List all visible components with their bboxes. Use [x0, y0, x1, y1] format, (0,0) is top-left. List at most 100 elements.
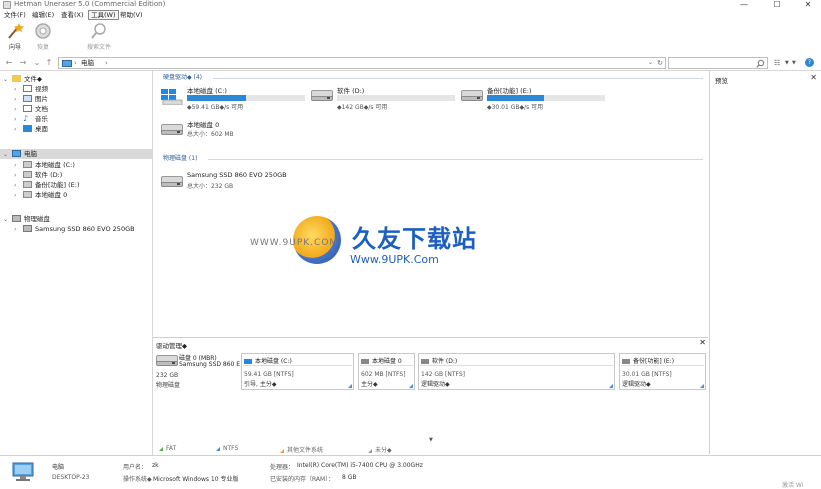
address-field[interactable]: › 电脑 › ⌄ ↻: [58, 57, 666, 69]
drive-icon: [311, 90, 333, 102]
preview-pane: 预览 ✕: [709, 71, 821, 454]
close-icon[interactable]: ✕: [810, 73, 817, 82]
hard-disk-icon: [12, 214, 21, 222]
document-icon: [23, 104, 32, 112]
drive-icon: [361, 359, 369, 364]
tree-node-physical[interactable]: ⌄ 物理磁盘: [3, 214, 50, 224]
recover-button[interactable]: 恢复: [28, 22, 58, 51]
drive-icon: [23, 170, 32, 178]
drive-size: 总大小：602 MB: [187, 131, 234, 138]
tree-item-ssd[interactable]: › Samsung SSD 860 EVO 250GB: [14, 224, 135, 234]
tree-item-drive-d[interactable]: › 软件 (D:): [14, 170, 62, 180]
forward-button[interactable]: →: [18, 57, 28, 69]
os-label: 操作系统◆: [123, 476, 152, 483]
menu-bar: 文件(F) 编辑(E) 查看(X) 工具(W) 帮助(V): [0, 10, 821, 20]
computer-icon: [62, 60, 72, 67]
drive-icon: [421, 359, 429, 364]
view-options: ☷ ▼ ▼ ?: [772, 57, 820, 69]
window-title: Hetman Uneraser 5.0 (Commercial Edition): [14, 0, 166, 8]
user-value: zk: [152, 462, 159, 469]
group-header-logical[interactable]: 硬盘驱动◆ (4): [163, 73, 202, 83]
maximize-button[interactable]: ☐: [766, 0, 788, 10]
hard-disk-icon: [161, 176, 183, 188]
status-bar: 电脑 DESKTOP-23 用户名： zk 操作系统◆ Microsoft Wi…: [0, 455, 821, 489]
refresh-icon[interactable]: ↻: [657, 58, 663, 68]
computer-icon: [12, 149, 21, 157]
usage-bar: [187, 95, 305, 101]
tree-item-disk-0[interactable]: › 本地磁盘 0: [14, 190, 67, 200]
tree-item-desktop[interactable]: › 桌面: [14, 124, 48, 134]
physical-disk[interactable]: Samsung SSD 860 EVO 250GB 总大小：232 GB: [161, 171, 309, 195]
up-button[interactable]: ↑: [44, 57, 54, 69]
menu-help[interactable]: 帮助(V): [118, 10, 145, 20]
disk-management-panel: 驱动管理◆ ✕ 磁盘 0 (MBR) Samsung SSD 860 E 232…: [153, 337, 708, 455]
partition-0[interactable]: 本地磁盘 0 602 MB [NTFS] 主分◆: [358, 353, 415, 390]
drive-c[interactable]: 本地磁盘 (C:) ◆59.41 GB◆/s 可用: [161, 85, 309, 111]
usage-bar: [487, 95, 605, 101]
search-input[interactable]: [668, 57, 768, 69]
collapse-icon[interactable]: ⌄: [3, 215, 12, 225]
partition-e[interactable]: 备份[功能] (E:) 30.01 GB [NTFS] 逻辑驱动◆: [619, 353, 706, 390]
menu-tools[interactable]: 工具(W): [88, 10, 119, 20]
tree-item-pictures[interactable]: › 图片: [14, 94, 48, 104]
recent-dropdown-icon[interactable]: ⌄: [32, 57, 42, 69]
chevron-down-icon[interactable]: ▼: [785, 57, 789, 69]
disk-size: 总大小：232 GB: [187, 183, 234, 190]
tree-item-drive-c[interactable]: › 本地磁盘 (C:): [14, 160, 75, 170]
panel-title: 驱动管理◆: [156, 342, 187, 350]
computer-icon: [12, 462, 34, 482]
drive-icon: [622, 359, 630, 364]
menu-view[interactable]: 查看(X): [59, 10, 86, 20]
collapse-arrow-icon[interactable]: ▼: [429, 437, 433, 443]
group-header-physical[interactable]: 物理磁盘 (1): [163, 154, 197, 164]
computer-label: 电脑: [52, 464, 65, 471]
activation-notice: 激活 Wi: [782, 482, 804, 489]
host-name: DESKTOP-23: [52, 474, 90, 481]
partition-c[interactable]: 本地磁盘 (C:) 59.41 GB [NTFS] 引导, 主分◆: [241, 353, 354, 390]
tree-node-files[interactable]: ⌄ 文件◆: [3, 74, 151, 84]
view-mode-icon[interactable]: ☷: [774, 57, 780, 69]
drive-name: 软件 (D:): [337, 87, 365, 95]
help-icon[interactable]: ?: [805, 58, 814, 67]
drive-0[interactable]: 本地磁盘 0 总大小：602 MB: [161, 119, 309, 143]
tree-item-drive-e[interactable]: › 备份[功能] (E:): [14, 180, 80, 190]
navigation-tree: ⌄ 文件◆ › 视频 › 图片 › 文档 › ♪ 音乐 › 桌面 ⌄ 电脑 › 本地磁盘 (C:)…: [0, 71, 152, 454]
disk-summary[interactable]: 磁盘 0 (MBR) Samsung SSD 860 E 232 GB 物理磁盘: [156, 353, 240, 393]
close-button[interactable]: ✕: [797, 0, 819, 10]
legend-ntfs: NTFS: [216, 445, 238, 452]
drive-e[interactable]: 备份[功能] (E:) ◆30.01 GB◆/s 可用: [461, 85, 609, 111]
menu-edit[interactable]: 编辑(E): [30, 10, 56, 20]
minimize-button[interactable]: —: [733, 0, 755, 10]
tree-item-videos[interactable]: › 视频: [14, 84, 48, 94]
tree-item-documents[interactable]: › 文档: [14, 104, 48, 114]
legend-unallocated: 未分◆: [368, 445, 392, 454]
legend-other: 其他文件系统: [280, 445, 323, 454]
watermark-url-small: WWW.9UPK.COM: [250, 238, 339, 248]
legend-fat: FAT: [159, 445, 176, 452]
app-icon: [3, 1, 11, 9]
wizard-button[interactable]: 向导: [0, 22, 30, 51]
wizard-icon: [5, 22, 25, 40]
collapse-icon[interactable]: ⌄: [3, 75, 12, 85]
drive-icon: [23, 190, 32, 198]
breadcrumb[interactable]: 电脑: [81, 58, 94, 68]
toolbar: 向导 恢复 搜索文件: [0, 20, 821, 55]
os-value: Microsoft Windows 10 专业版: [153, 476, 239, 483]
partition-d[interactable]: 软件 (D:) 142 GB [NTFS] 逻辑驱动◆: [418, 353, 615, 390]
search-files-button[interactable]: 搜索文件: [84, 22, 114, 51]
chevron-down-icon[interactable]: ⌄: [648, 58, 653, 68]
drive-d[interactable]: 软件 (D:) ◆142 GB◆/s 可用: [311, 85, 459, 111]
collapse-icon[interactable]: ⌄: [3, 150, 12, 160]
tree-item-music[interactable]: › ♪ 音乐: [14, 114, 48, 124]
tree-node-computer[interactable]: ⌄ 电脑: [0, 149, 152, 159]
menu-file[interactable]: 文件(F): [2, 10, 28, 20]
back-button[interactable]: ←: [4, 57, 14, 69]
drive-icon: [23, 160, 32, 168]
close-icon[interactable]: ✕: [699, 338, 706, 347]
magnifier-icon: [89, 22, 109, 40]
windows-icon: [244, 359, 252, 364]
drive-icon: [161, 124, 183, 136]
recover-icon: [33, 22, 53, 40]
main-content: 硬盘驱动◆ (4) 本地磁盘 (C:) ◆59.41 GB◆/s 可用 软件 (…: [153, 71, 708, 336]
view-dropdown-icon[interactable]: ▼: [792, 57, 796, 69]
